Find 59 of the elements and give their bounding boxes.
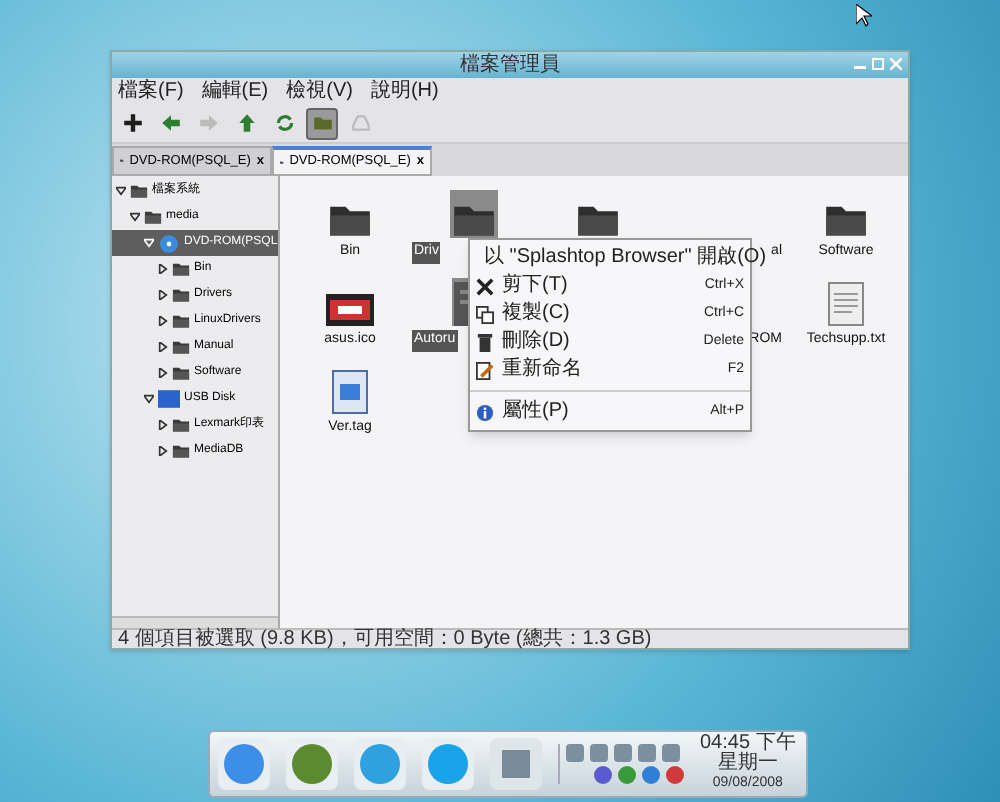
folder-icon	[172, 365, 190, 381]
folder-icon	[328, 202, 372, 238]
file-icon	[332, 370, 368, 414]
text-file-icon	[828, 282, 864, 326]
folder-icon	[172, 261, 190, 277]
settings-launcher-icon[interactable]	[490, 738, 542, 790]
collapsed-arrow-icon[interactable]	[158, 316, 168, 326]
copy-icon	[476, 305, 494, 323]
app-launcher-icon[interactable]	[422, 738, 474, 790]
folder-icon	[452, 202, 496, 238]
menu-option-label: 複製(C)	[502, 302, 572, 326]
collapsed-arrow-icon[interactable]	[158, 420, 168, 430]
menu-option-label: 剪下(T)	[502, 274, 570, 298]
menu-option-label: 重新命名	[502, 358, 584, 382]
menu-item[interactable]: 檔案(F)	[118, 79, 184, 103]
expanded-arrow-icon[interactable]	[116, 186, 126, 196]
mouse-cursor-icon	[856, 4, 872, 28]
edit-icon	[476, 361, 494, 379]
menu-item[interactable]: 說明(H)	[370, 79, 439, 103]
expanded-arrow-icon[interactable]	[144, 394, 154, 404]
menu-option-label: 以 "Splashtop Browser" 開啟(O)	[484, 246, 767, 270]
collapsed-arrow-icon[interactable]	[158, 446, 168, 456]
back-arrow-icon	[159, 112, 181, 134]
expanded-arrow-icon[interactable]	[130, 212, 140, 222]
clock-time: 04:45 下午	[700, 734, 796, 754]
refresh-icon	[273, 112, 295, 134]
folder-icon	[824, 202, 868, 238]
folder-icon	[172, 443, 190, 459]
collapsed-arrow-icon[interactable]	[158, 264, 168, 274]
scroll-bar[interactable]	[112, 616, 278, 628]
folder-icon	[172, 339, 190, 355]
folder-icon	[172, 287, 190, 303]
folder-icon	[130, 183, 148, 199]
trash-icon	[476, 333, 494, 351]
close-icon[interactable]	[890, 58, 902, 70]
menu-item[interactable]: 編輯(E)	[201, 79, 269, 103]
up-arrow-icon	[235, 112, 257, 134]
app-launcher-icon[interactable]	[218, 738, 270, 790]
add-icon	[121, 112, 143, 134]
disc-icon	[158, 233, 180, 253]
window-title: 檔案管理員	[460, 53, 560, 77]
image-file-icon	[326, 294, 374, 326]
forward-arrow-icon	[197, 112, 219, 134]
folder-icon	[311, 112, 333, 134]
collapsed-arrow-icon[interactable]	[158, 342, 168, 352]
clock-day: 星期一	[717, 754, 778, 774]
collapsed-arrow-icon[interactable]	[158, 368, 168, 378]
menu-item[interactable]: 檢視(V)	[286, 79, 353, 103]
info-icon	[476, 403, 494, 421]
app-launcher-icon[interactable]	[286, 738, 338, 790]
folder-icon	[144, 209, 162, 225]
menu-option-label: 刪除(D)	[502, 330, 572, 354]
collapsed-arrow-icon[interactable]	[158, 290, 168, 300]
folder-icon	[576, 202, 620, 238]
folder-icon	[172, 417, 190, 433]
menu-option-label: 屬性(P)	[502, 400, 571, 424]
status-text: 4 個項目被選取 (9.8 KB)，可用空間：0 Byte (總共：1.3 GB)	[118, 629, 652, 649]
folder-icon	[172, 313, 190, 329]
app-launcher-icon[interactable]	[354, 738, 406, 790]
